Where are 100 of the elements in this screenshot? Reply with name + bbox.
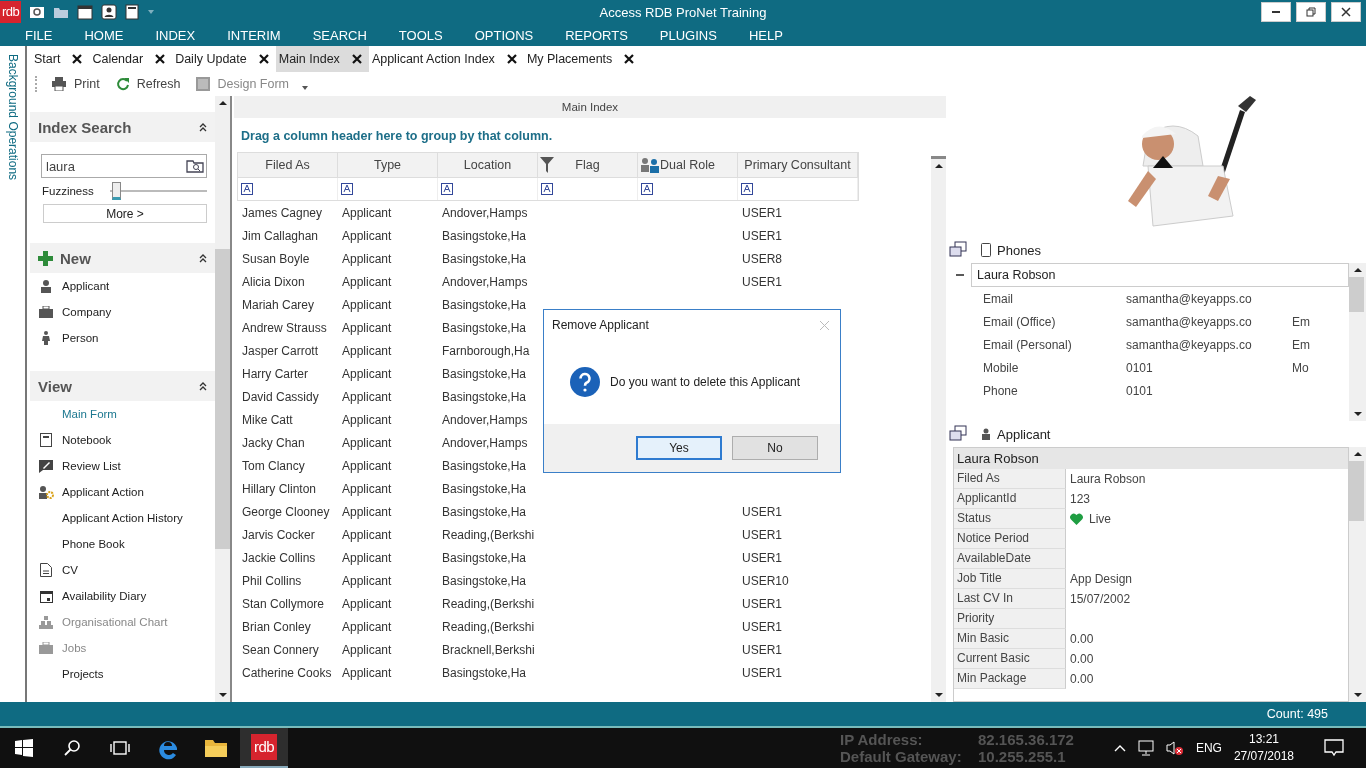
clock-time[interactable]: 13:21	[1248, 731, 1279, 748]
collapse-icon[interactable]	[199, 122, 207, 132]
nav-item[interactable]: Projects	[30, 661, 215, 687]
menu-item[interactable]: REPORTS	[556, 27, 637, 43]
close-icon[interactable]	[351, 54, 362, 64]
notification-icon[interactable]	[1324, 739, 1344, 757]
menu-item[interactable]: INDEX	[146, 27, 205, 43]
menu-item[interactable]: HELP	[739, 27, 792, 43]
contact-card-icon[interactable]	[101, 4, 118, 20]
nav-item[interactable]: Notebook	[30, 427, 215, 453]
nav-item[interactable]: Company	[30, 299, 215, 325]
close-icon[interactable]	[155, 54, 166, 64]
folder-icon[interactable]	[53, 5, 70, 19]
restore-button[interactable]	[1296, 2, 1326, 22]
scroll-up-icon[interactable]	[934, 163, 943, 169]
windows-icon[interactable]	[949, 241, 967, 259]
scroll-thumb[interactable]	[1349, 461, 1364, 521]
clock-date[interactable]: 27/07/2018	[1233, 748, 1294, 765]
filter-condition-icon[interactable]	[241, 183, 253, 195]
taskbar-app-button[interactable]: rdb	[240, 728, 288, 768]
table-cell-text: Basingstoke,Ha	[441, 550, 528, 565]
group-row[interactable]: Laura Robson	[971, 263, 1349, 287]
notebook-icon[interactable]	[125, 4, 140, 20]
close-button[interactable]	[1331, 2, 1361, 22]
close-icon[interactable]	[506, 54, 517, 64]
section-header[interactable]: New	[30, 243, 215, 273]
nav-item[interactable]: Availability Diary	[30, 583, 215, 609]
search-icon[interactable]	[186, 159, 204, 173]
column-header[interactable]: Filed As	[238, 153, 338, 177]
section-header[interactable]: Index Search	[30, 112, 215, 142]
scroll-down-icon[interactable]	[218, 692, 227, 698]
refresh-button[interactable]: Refresh	[111, 77, 185, 91]
column-header[interactable]: Dual Role	[638, 153, 738, 177]
no-button[interactable]: No	[732, 436, 818, 460]
tab[interactable]: Daily Update	[172, 46, 276, 72]
scroll-up-icon[interactable]	[1353, 451, 1362, 457]
network-icon[interactable]	[1137, 740, 1154, 756]
tab[interactable]: My Placements	[523, 46, 642, 72]
nav-item[interactable]: Applicant	[30, 273, 215, 299]
minimize-button[interactable]	[1261, 2, 1291, 22]
nav-item[interactable]: Applicant Action History	[30, 505, 215, 531]
scrollbar[interactable]	[1349, 263, 1366, 421]
filter-condition-icon[interactable]	[741, 183, 753, 195]
nav-item[interactable]: Person	[30, 325, 215, 351]
scroll-up-icon[interactable]	[218, 100, 227, 106]
collapse-icon[interactable]	[199, 253, 207, 263]
column-header[interactable]: Flag	[538, 153, 638, 177]
property-value: 0.00	[1070, 672, 1094, 686]
scroll-down-icon[interactable]	[1353, 692, 1362, 698]
menu-item[interactable]: FILE	[16, 27, 62, 43]
menu-item[interactable]: TOOLS	[389, 27, 452, 43]
nav-item[interactable]: CV	[30, 557, 215, 583]
close-icon[interactable]	[624, 54, 635, 64]
column-header[interactable]: Location	[438, 153, 538, 177]
menu-item[interactable]: OPTIONS	[465, 27, 543, 43]
nav-item[interactable]: Phone Book	[30, 531, 215, 557]
scroll-thumb[interactable]	[1349, 277, 1364, 312]
chevron-up-icon[interactable]	[1113, 744, 1126, 752]
scrollbar[interactable]	[215, 96, 230, 702]
close-icon[interactable]	[258, 54, 269, 64]
more-button[interactable]: More >	[43, 204, 207, 223]
search-folder-icon[interactable]	[29, 5, 46, 19]
scroll-down-icon[interactable]	[934, 692, 943, 698]
scrollbar[interactable]	[1349, 447, 1366, 702]
filter-condition-icon[interactable]	[641, 183, 653, 195]
nav-item[interactable]: Applicant Action	[30, 479, 215, 505]
scroll-up-icon[interactable]	[1353, 267, 1362, 273]
column-header[interactable]: Type	[338, 153, 438, 177]
menu-item[interactable]: HOME	[75, 27, 133, 43]
filter-icon[interactable]	[540, 157, 554, 173]
section-header[interactable]: View	[30, 371, 215, 401]
tab[interactable]: Applicant Action Index	[368, 46, 524, 72]
search-field[interactable]: laura	[41, 154, 207, 178]
table-cell-text: Applicant	[341, 573, 393, 588]
volume-icon[interactable]	[1165, 740, 1184, 756]
scrollbar[interactable]	[931, 156, 946, 702]
calendar-icon[interactable]	[77, 4, 94, 20]
nav-item[interactable]: Main Form	[30, 401, 215, 427]
scroll-down-icon[interactable]	[1353, 411, 1362, 417]
menu-item[interactable]: SEARCH	[303, 27, 376, 43]
print-button[interactable]: Print	[47, 77, 104, 91]
menu-item[interactable]: INTERIM	[218, 27, 290, 43]
tab[interactable]: Calendar	[89, 46, 173, 72]
table-cell-text: Applicant	[341, 504, 393, 519]
column-header[interactable]: Primary Consultant	[738, 153, 858, 177]
language-indicator[interactable]: ENG	[1195, 741, 1222, 755]
dropdown-icon[interactable]	[301, 85, 310, 91]
windows-icon[interactable]	[949, 425, 967, 443]
filter-condition-icon[interactable]	[541, 183, 553, 195]
filter-condition-icon[interactable]	[441, 183, 453, 195]
yes-button[interactable]: Yes	[636, 436, 722, 460]
menu-item[interactable]: PLUGINS	[650, 27, 726, 43]
tab[interactable]: Start	[31, 46, 90, 72]
side-panel-tab[interactable]: Background Operations	[5, 54, 20, 181]
tab[interactable]: Main Index	[275, 46, 369, 72]
nav-item[interactable]: Review List	[30, 453, 215, 479]
slider-thumb[interactable]	[112, 182, 122, 200]
filter-condition-icon[interactable]	[341, 183, 353, 195]
close-icon[interactable]	[72, 54, 83, 64]
collapse-icon[interactable]	[199, 381, 207, 391]
